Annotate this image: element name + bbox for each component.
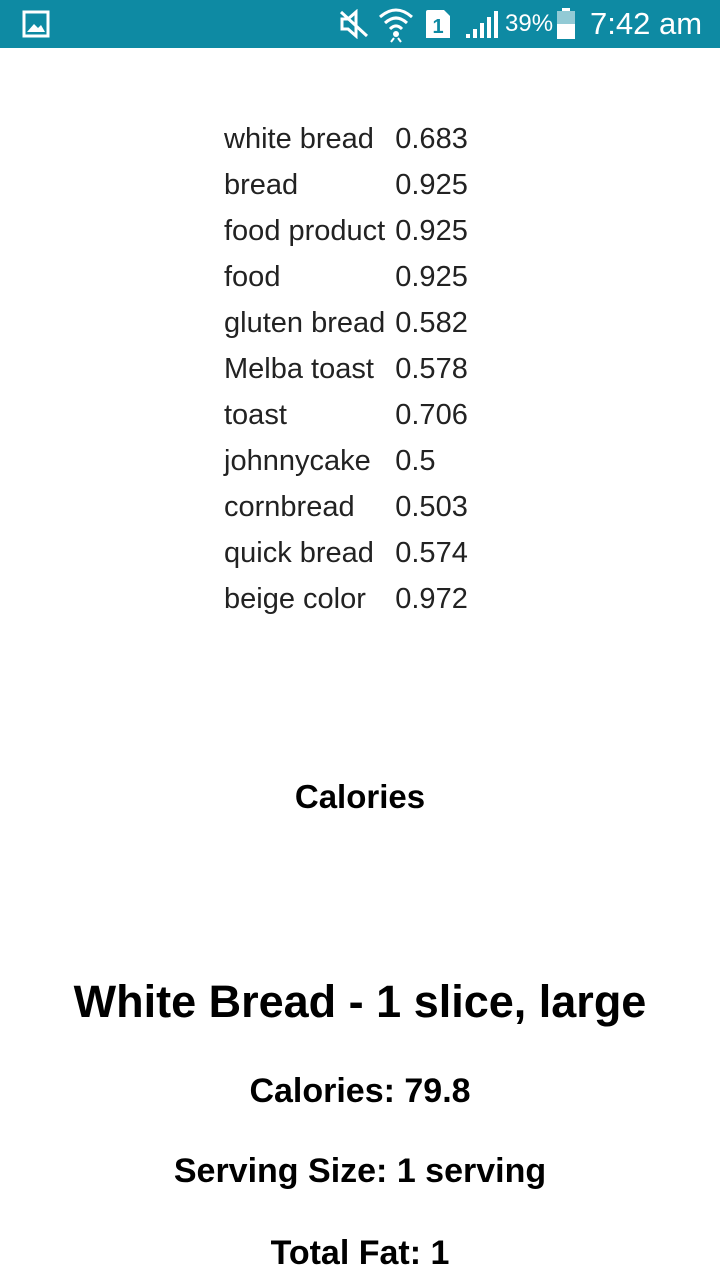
- status-time: 7:42 am: [590, 6, 703, 41]
- table-row: quick bread 0.574: [220, 530, 472, 576]
- mute-icon: [339, 9, 369, 39]
- label-score: 0.925: [395, 261, 468, 293]
- label-score: 0.574: [395, 537, 468, 569]
- table-row: beige color 0.972: [220, 576, 472, 622]
- labels-table: white bread 0.683 bread 0.925 food produ…: [220, 116, 472, 622]
- label-name: toast: [224, 399, 287, 431]
- label-name: food product: [224, 215, 386, 247]
- table-row: food product 0.925: [220, 208, 472, 254]
- label-score: 0.503: [395, 491, 468, 523]
- label-name: cornbread: [224, 491, 355, 523]
- label-name: bread: [224, 169, 299, 201]
- sim-slot-label: 1: [432, 16, 443, 38]
- sim-icon: 1: [424, 8, 452, 40]
- table-row: Melba toast 0.578: [220, 346, 472, 392]
- table-row: toast 0.706: [220, 392, 472, 438]
- food-title: White Bread - 1 slice, large: [73, 976, 647, 1027]
- label-name: food: [224, 261, 281, 293]
- table-row: food 0.925: [220, 254, 472, 300]
- signal-icon: [466, 11, 498, 38]
- calories-heading: Calories: [294, 778, 426, 815]
- gallery-icon: [22, 10, 50, 38]
- serving-size: Serving Size: 1 serving: [173, 1152, 547, 1190]
- label-score: 0.925: [395, 169, 468, 201]
- label-name: gluten bread: [224, 307, 386, 339]
- label-score: 0.582: [395, 307, 468, 339]
- label-score: 0.706: [395, 399, 468, 431]
- table-row: gluten bread 0.582: [220, 300, 472, 346]
- table-row: johnnycake 0.5: [220, 438, 472, 484]
- calories-value: Calories: 79.8: [249, 1072, 471, 1110]
- label-name: johnnycake: [224, 445, 371, 477]
- label-name: beige color: [224, 583, 366, 615]
- label-score: 0.578: [395, 353, 468, 385]
- status-bar: 1 39% 7:42 am: [0, 0, 720, 48]
- label-name: white bread: [224, 123, 374, 155]
- label-score: 0.683: [395, 123, 468, 155]
- battery-percent: 39%: [505, 10, 554, 37]
- label-score: 0.972: [395, 583, 468, 615]
- label-name: quick bread: [224, 537, 374, 569]
- wifi-icon: [379, 8, 413, 43]
- table-row: bread 0.925: [220, 162, 472, 208]
- battery-icon: [557, 8, 575, 39]
- label-name: Melba toast: [224, 353, 374, 385]
- table-row: white bread 0.683: [220, 116, 472, 162]
- table-row: cornbread 0.503: [220, 484, 472, 530]
- total-fat: Total Fat: 1: [270, 1234, 450, 1272]
- label-score: 0.925: [395, 215, 468, 247]
- label-score: 0.5: [395, 445, 436, 477]
